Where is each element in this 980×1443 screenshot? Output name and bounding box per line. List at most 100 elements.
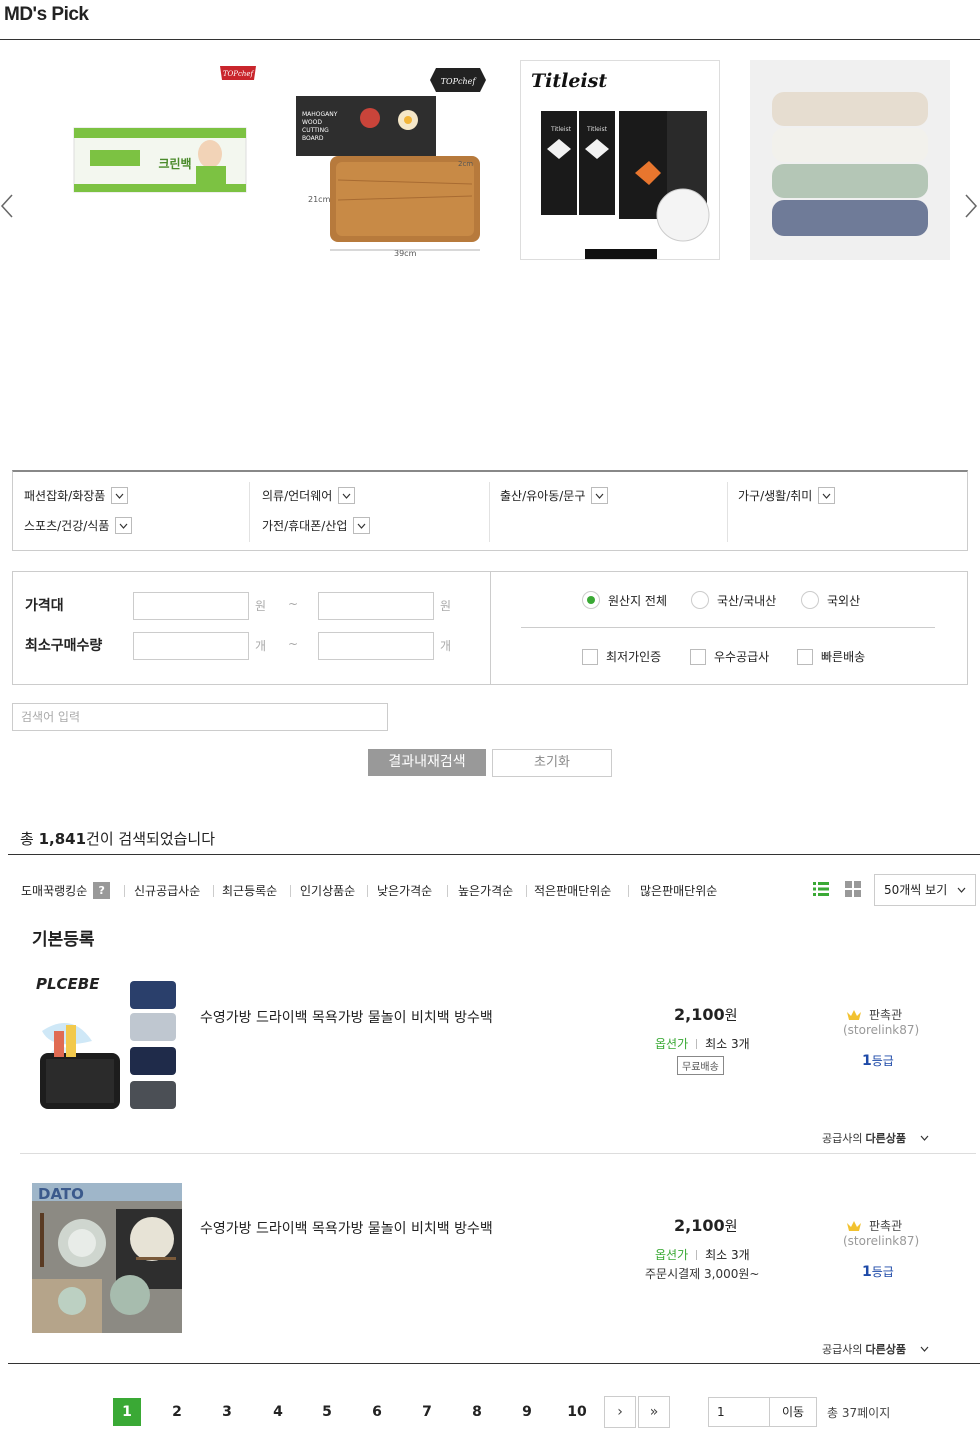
category-item[interactable]: 의류/언더웨어 (262, 487, 356, 504)
chevron-down-icon[interactable] (818, 487, 836, 504)
page-number[interactable]: 5 (313, 1398, 341, 1426)
crown-icon (847, 1220, 861, 1231)
seller-name[interactable]: 판촉관 (846, 1006, 902, 1023)
carousel-next-icon[interactable] (964, 193, 978, 219)
page-number[interactable]: 2 (163, 1398, 191, 1426)
sort-option[interactable]: 많은판매단위순 (640, 882, 717, 899)
seller-id: (storelink87) (843, 1023, 920, 1037)
wood-cutting-board-image: TOPchef MAHOGANY WOOD CUTTING BOARD 21cm… (296, 68, 486, 258)
svg-text:Titleist: Titleist (550, 126, 572, 133)
qty-unit: 개 (255, 639, 267, 653)
page-number[interactable]: 3 (213, 1398, 241, 1426)
sort-option[interactable]: 신규공급사순 (134, 882, 200, 899)
chevron-down-icon[interactable] (353, 517, 371, 534)
per-page-select[interactable]: 50개씩 보기 (874, 874, 976, 906)
crown-icon (847, 1009, 861, 1020)
page-number-current[interactable]: 1 (113, 1398, 141, 1426)
page-number[interactable]: 9 (513, 1398, 541, 1426)
page-goto-input[interactable]: 1 (708, 1397, 770, 1427)
chevron-down-icon[interactable] (111, 487, 129, 504)
last-page-button[interactable]: » (638, 1396, 670, 1428)
supplier-other-products-link[interactable]: 공급사의 다른상품 (822, 1130, 929, 1146)
section-title: 기본등록 (32, 930, 95, 950)
category-item[interactable]: 출산/유아동/문구 (500, 487, 609, 504)
table-mat-image: DATO (32, 1183, 182, 1333)
chevron-down-icon[interactable] (338, 487, 356, 504)
product-option-info: 옵션가 최소 3개 (655, 1037, 750, 1051)
radio-icon[interactable] (801, 591, 819, 609)
chevron-down-icon (920, 1346, 929, 1352)
qty-unit: 개 (440, 639, 452, 653)
carousel-prev-icon[interactable] (0, 193, 14, 219)
seller-name[interactable]: 판촉관 (846, 1217, 902, 1234)
dry-bag-image: PLCEBE (32, 971, 182, 1121)
search-in-results-button[interactable]: 결과내재검색 (368, 749, 486, 776)
page-number[interactable]: 10 (563, 1398, 591, 1426)
min-qty-label: 최소구매수량 (25, 638, 103, 654)
page-number[interactable]: 7 (413, 1398, 441, 1426)
reset-button[interactable]: 초기화 (492, 749, 612, 777)
radio-icon[interactable] (691, 591, 709, 609)
list-view-icon[interactable] (813, 881, 829, 897)
result-count: 총 1,841건이 검색되었습니다 (20, 830, 216, 848)
price-unit: 원 (440, 599, 452, 613)
product-thumbnail[interactable]: DATO (32, 1183, 182, 1334)
sort-option[interactable]: 높은가격순 (458, 882, 513, 899)
supplier-other-products-link[interactable]: 공급사의 다른상품 (822, 1341, 929, 1357)
checkbox-icon[interactable] (690, 648, 706, 665)
category-item[interactable]: 스포츠/건강/식품 (24, 517, 133, 534)
page-goto-button[interactable]: 이동 (769, 1397, 817, 1427)
md-pick-item[interactable] (750, 60, 950, 260)
page-number[interactable]: 4 (264, 1398, 292, 1426)
chevron-down-icon (920, 1135, 929, 1141)
result-count-number: 1,841 (38, 830, 87, 848)
check-fast-delivery[interactable]: 빠른배송 (797, 648, 865, 665)
radio-selected-icon[interactable] (582, 591, 600, 609)
price-max-input[interactable] (318, 592, 434, 620)
price-min-input[interactable] (133, 592, 249, 620)
product-name-link[interactable]: 수영가방 드라이백 목욕가방 물놀이 비치백 방수백 (200, 1218, 493, 1238)
svg-text:WOOD: WOOD (302, 119, 322, 126)
md-pick-item[interactable]: Titleist Titleist Titleist (520, 60, 720, 260)
md-pick-item[interactable]: TOPchef 크린백 (60, 60, 260, 260)
page-number[interactable]: 8 (463, 1398, 491, 1426)
sort-option[interactable]: 낮은가격순 (377, 882, 432, 899)
svg-text:21cm: 21cm (308, 195, 331, 204)
sort-option[interactable]: 적은판매단위순 (534, 882, 611, 899)
sort-option[interactable]: 최근등록순 (222, 882, 277, 899)
golf-balls-image: Titleist Titleist Titleist (531, 70, 710, 259)
grid-view-icon[interactable] (845, 881, 861, 897)
category-item[interactable]: 가구/생활/취미 (738, 487, 836, 504)
origin-radio-all[interactable]: 원산지 전체 (582, 591, 667, 609)
checkbox-icon[interactable] (797, 648, 813, 665)
category-item[interactable]: 패션잡화/화장품 (24, 487, 129, 504)
sort-option[interactable]: 인기상품순 (300, 882, 355, 899)
seller-grade: 1등급 (862, 1264, 894, 1280)
product-thumbnail[interactable]: PLCEBE (32, 971, 182, 1121)
svg-text:BOARD: BOARD (302, 135, 324, 142)
category-item[interactable]: 가전/휴대폰/산업 (262, 517, 371, 534)
keyword-search-input[interactable]: 검색어 입력 (12, 703, 388, 731)
md-pick-brand: Titleist (531, 70, 607, 92)
page-number[interactable]: 6 (363, 1398, 391, 1426)
chevron-down-icon[interactable] (115, 517, 133, 534)
next-page-button[interactable]: › (604, 1396, 636, 1428)
qty-min-input[interactable] (133, 632, 249, 660)
shipping-fee: 주문시결제 3,000원~ (645, 1267, 760, 1281)
svg-text:Titleist: Titleist (586, 126, 608, 133)
check-excellent-supplier[interactable]: 우수공급사 (690, 648, 769, 665)
help-icon[interactable]: ? (93, 882, 111, 899)
origin-radio-domestic[interactable]: 국산/국내산 (691, 591, 776, 609)
checkbox-icon[interactable] (582, 648, 598, 665)
free-shipping-badge: 무료배송 (677, 1056, 724, 1075)
product-name-link[interactable]: 수영가방 드라이백 목욕가방 물놀이 비치백 방수백 (200, 1007, 493, 1027)
check-lowest-price[interactable]: 최저가인증 (582, 648, 661, 665)
qty-max-input[interactable] (318, 632, 434, 660)
svg-text:TOPchef: TOPchef (441, 77, 478, 86)
origin-radio-foreign[interactable]: 국외산 (801, 591, 860, 609)
chevron-down-icon (957, 887, 966, 893)
product-option-info: 옵션가 최소 3개 (655, 1248, 750, 1262)
sort-option[interactable]: 도매꾹랭킹순 ? (21, 882, 111, 899)
chevron-down-icon[interactable] (591, 487, 609, 504)
md-pick-item[interactable]: TOPchef MAHOGANY WOOD CUTTING BOARD 21cm… (290, 60, 490, 260)
